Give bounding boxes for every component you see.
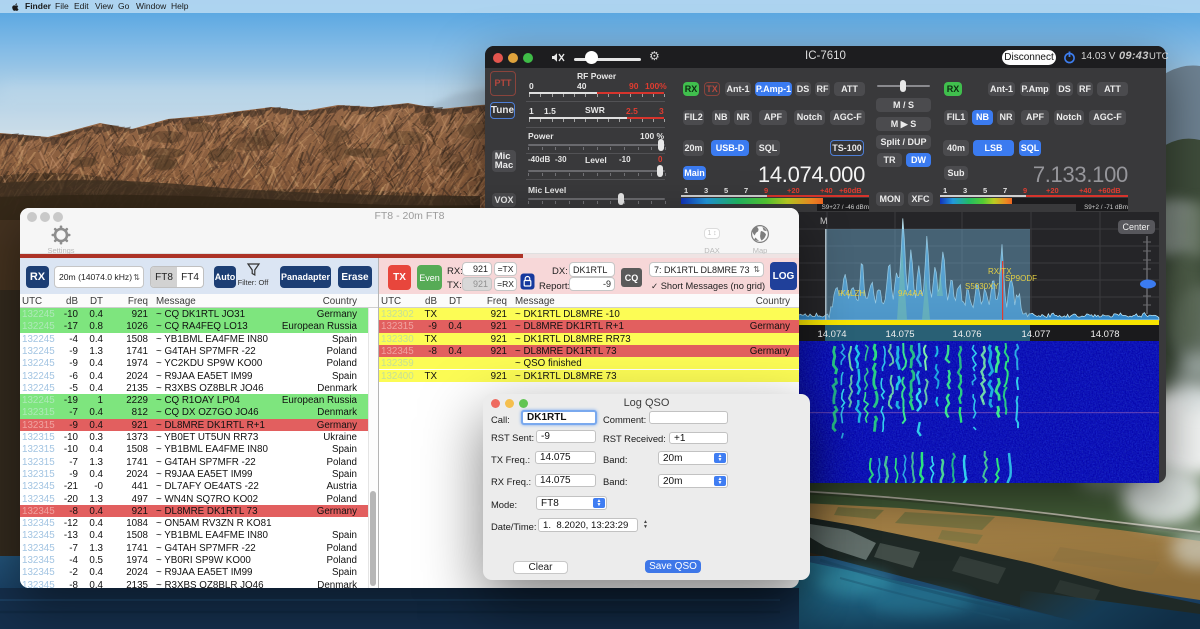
svg-text:SP9ODF: SP9ODF xyxy=(1005,274,1037,283)
svg-text:S5030XY: S5030XY xyxy=(965,282,999,291)
svg-text:14.078: 14.078 xyxy=(1090,329,1119,340)
svg-text:14.077: 14.077 xyxy=(1021,329,1050,340)
svg-text:IK4LZH: IK4LZH xyxy=(838,289,865,298)
svg-text:M: M xyxy=(820,216,828,226)
svg-text:14.076: 14.076 xyxy=(952,329,981,340)
svg-text:14.075: 14.075 xyxy=(885,329,914,340)
svg-text:9A4AA: 9A4AA xyxy=(898,289,924,298)
svg-text:14.074: 14.074 xyxy=(817,329,846,340)
svg-text:Center: Center xyxy=(1122,222,1149,232)
